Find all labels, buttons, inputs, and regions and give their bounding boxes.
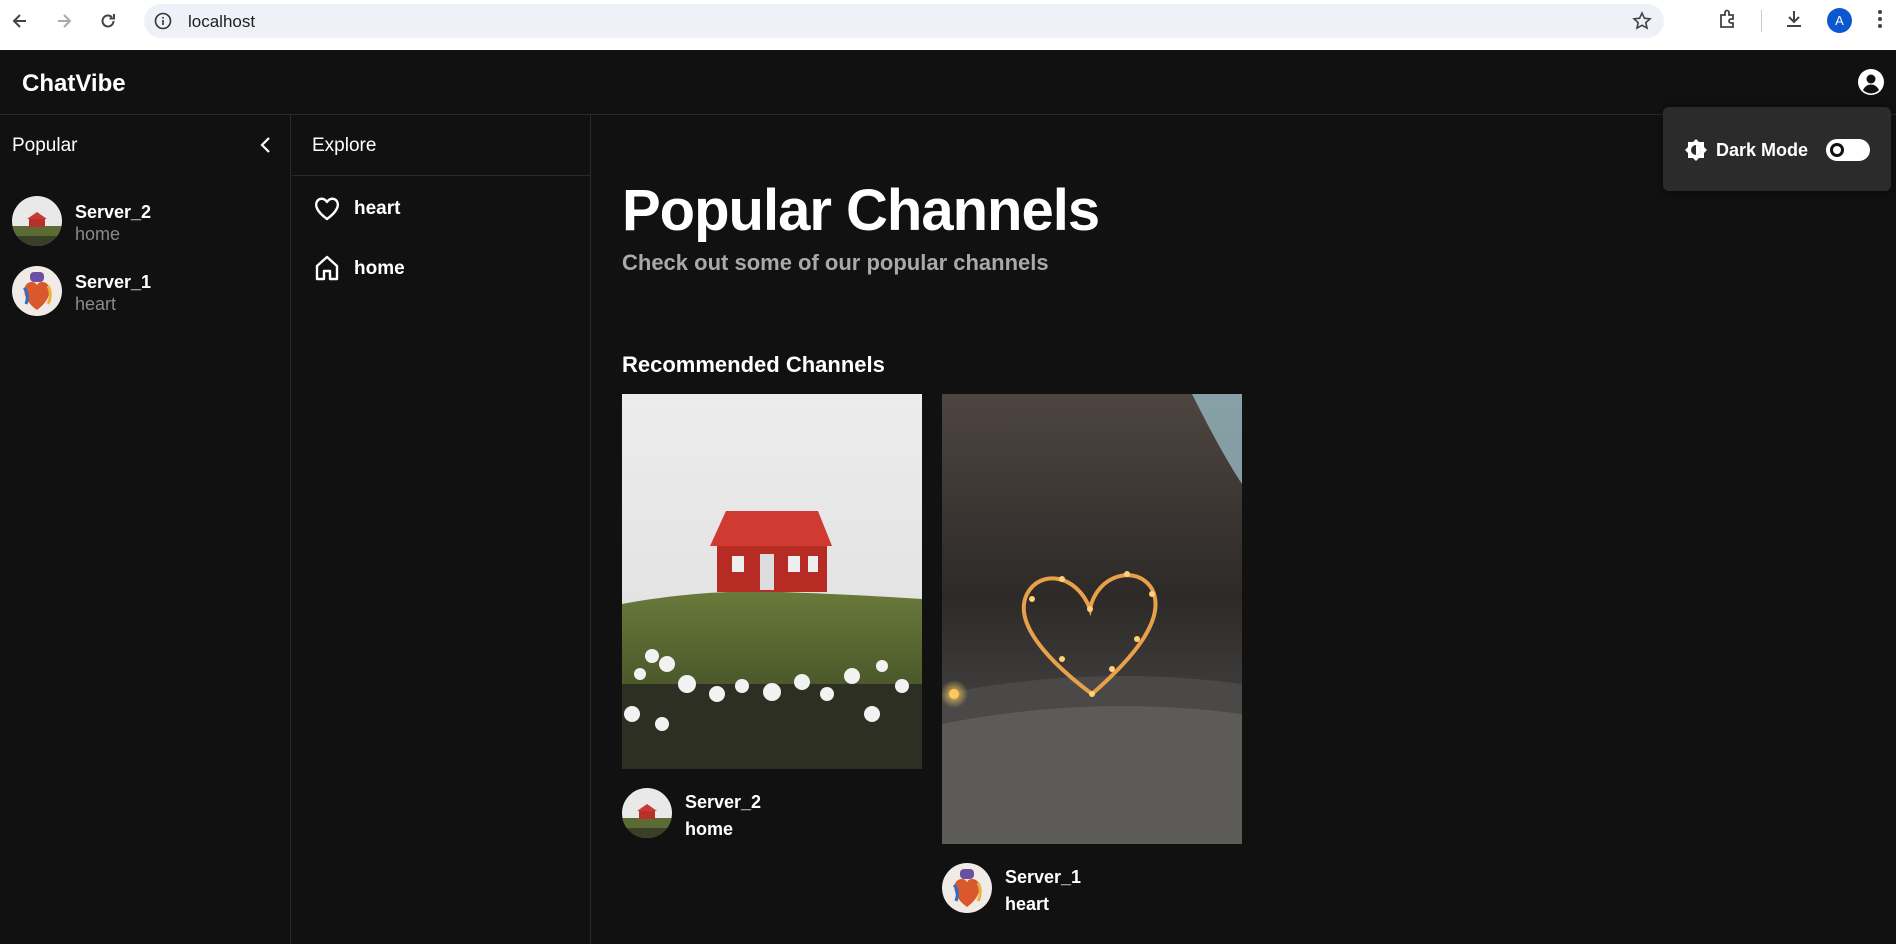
dark-mode-menu: Dark Mode xyxy=(1663,107,1891,191)
heart-art-thumbnail-icon xyxy=(942,863,992,913)
page-subtitle: Check out some of our popular channels xyxy=(622,250,1049,275)
chevron-left-icon[interactable] xyxy=(256,133,276,157)
channel-card-meta: Server_1 heart xyxy=(942,863,1242,915)
server-avatar xyxy=(12,196,62,246)
channel-name[interactable]: heart xyxy=(1005,894,1049,915)
reload-button[interactable] xyxy=(95,8,121,34)
reload-icon xyxy=(101,14,115,28)
extensions-icon[interactable] xyxy=(1717,8,1739,30)
site-info-icon[interactable] xyxy=(154,12,172,30)
explore-item-label: heart xyxy=(354,198,401,219)
dark-mode-toggle[interactable] xyxy=(1826,139,1870,161)
toggle-knob xyxy=(1830,143,1844,157)
more-menu-icon[interactable] xyxy=(1876,8,1884,30)
profile-avatar[interactable]: A xyxy=(1827,8,1852,33)
red-house-photo-icon xyxy=(622,394,922,769)
popular-sidebar: Popular Server_2 home Server_1 heart xyxy=(0,115,291,944)
popular-title: Popular xyxy=(12,135,78,156)
explore-item-heart[interactable]: heart xyxy=(312,191,572,225)
server-name: Server_2 xyxy=(75,202,152,222)
channel-server-name[interactable]: Server_2 xyxy=(685,792,761,813)
server-channel: home xyxy=(75,224,121,244)
server-avatar xyxy=(12,266,62,316)
app-header: ChatVibe xyxy=(0,50,1896,115)
account-circle-icon[interactable] xyxy=(1857,68,1885,96)
page-title: Popular Channels xyxy=(622,178,1100,243)
download-icon[interactable] xyxy=(1783,8,1805,30)
back-button[interactable] xyxy=(7,8,33,34)
server-name: Server_1 xyxy=(75,272,152,292)
toolbar-divider xyxy=(1761,10,1762,32)
forward-button[interactable] xyxy=(51,8,77,34)
address-bar[interactable]: localhost xyxy=(144,4,1664,38)
explore-item-home[interactable]: home xyxy=(312,251,572,285)
channel-card-meta: Server_2 home xyxy=(622,788,922,840)
heart-lights-photo-icon xyxy=(942,394,1242,844)
popular-server-item[interactable]: Server_2 home xyxy=(12,196,272,248)
server-channel: heart xyxy=(75,294,117,314)
channel-server-name[interactable]: Server_1 xyxy=(1005,867,1081,888)
home-icon xyxy=(315,255,339,281)
heart-icon xyxy=(314,197,340,221)
back-arrow-icon xyxy=(12,14,26,28)
explore-item-label: home xyxy=(354,258,405,279)
channel-name[interactable]: home xyxy=(685,819,733,840)
channel-card-image[interactable] xyxy=(622,394,922,769)
explore-header: Explore xyxy=(292,115,591,176)
red-house-thumbnail-icon xyxy=(12,196,62,246)
popular-server-item[interactable]: Server_1 heart xyxy=(12,266,272,318)
explore-sidebar: Explore heart home xyxy=(292,115,591,944)
url-text: localhost xyxy=(188,12,256,31)
forward-arrow-icon xyxy=(58,14,72,28)
bookmark-star-icon[interactable] xyxy=(1632,11,1652,31)
explore-title: Explore xyxy=(312,135,377,156)
server-avatar xyxy=(942,863,992,913)
red-house-thumbnail-icon xyxy=(622,788,672,838)
brand-logo[interactable]: ChatVibe xyxy=(22,70,126,98)
section-title: Recommended Channels xyxy=(622,352,885,377)
main-content: Popular Channels Check out some of our p… xyxy=(592,115,1896,944)
dark-mode-label: Dark Mode xyxy=(1716,140,1809,160)
browser-toolbar: localhost A xyxy=(0,0,1896,50)
brightness-icon xyxy=(1685,139,1707,161)
server-avatar xyxy=(622,788,672,838)
channel-card-image[interactable] xyxy=(942,394,1242,844)
heart-art-thumbnail-icon xyxy=(12,266,62,316)
